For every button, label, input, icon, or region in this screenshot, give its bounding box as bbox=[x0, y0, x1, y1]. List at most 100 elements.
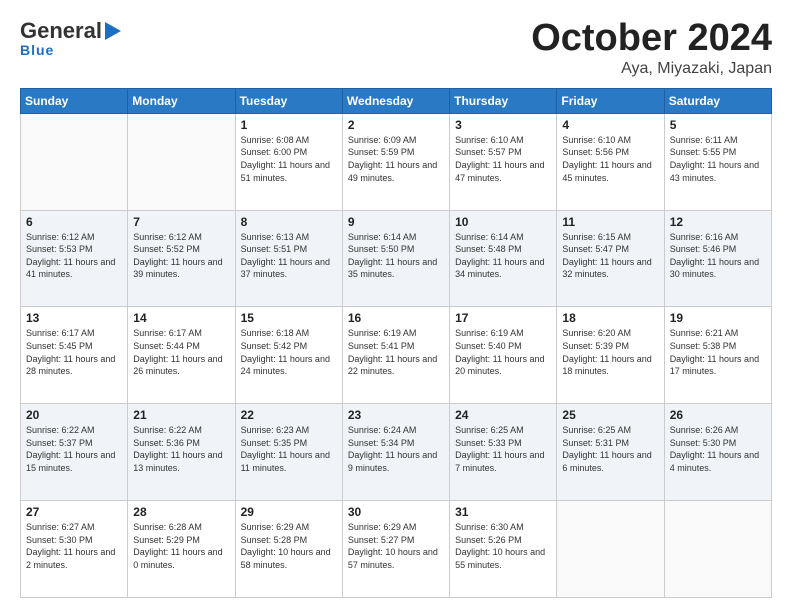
table-cell: 18Sunrise: 6:20 AMSunset: 5:39 PMDayligh… bbox=[557, 307, 664, 404]
col-wednesday: Wednesday bbox=[342, 88, 449, 113]
day-info: Sunrise: 6:23 AMSunset: 5:35 PMDaylight:… bbox=[241, 424, 337, 474]
col-tuesday: Tuesday bbox=[235, 88, 342, 113]
day-info: Sunrise: 6:27 AMSunset: 5:30 PMDaylight:… bbox=[26, 521, 122, 571]
table-cell: 31 Sunrise: 6:30 AMSunset: 5:26 PMDayligh… bbox=[450, 501, 557, 598]
table-cell: 8 Sunrise: 6:13 AMSunset: 5:51 PMDaylight… bbox=[235, 210, 342, 307]
day-number: 15 bbox=[241, 311, 337, 325]
day-info: Sunrise: 6:17 AMSunset: 5:44 PMDaylight:… bbox=[133, 327, 229, 377]
day-info: Sunrise: 6:26 AMSunset: 5:30 PMDaylight:… bbox=[670, 424, 766, 474]
table-cell: 15 Sunrise: 6:18 AMSunset: 5:42 PMDayligh… bbox=[235, 307, 342, 404]
table-cell bbox=[21, 113, 128, 210]
table-cell: 9Sunrise: 6:14 AMSunset: 5:50 PMDaylight… bbox=[342, 210, 449, 307]
table-cell: 29 Sunrise: 6:29 AMSunset: 5:28 PMDayligh… bbox=[235, 501, 342, 598]
day-info: Sunrise: 6:13 AMSunset: 5:51 PMDaylight:… bbox=[241, 231, 337, 281]
day-number: 22 bbox=[241, 408, 337, 422]
logo-arrow-icon bbox=[105, 22, 121, 40]
calendar-week-2: 6 Sunrise: 6:12 AMSunset: 5:53 PMDaylight… bbox=[21, 210, 772, 307]
day-number: 23 bbox=[348, 408, 444, 422]
day-number: 14 bbox=[133, 311, 229, 325]
table-cell: 24 Sunrise: 6:25 AMSunset: 5:33 PMDayligh… bbox=[450, 404, 557, 501]
day-info: Sunrise: 6:18 AMSunset: 5:42 PMDaylight:… bbox=[241, 327, 337, 377]
table-cell: 6 Sunrise: 6:12 AMSunset: 5:53 PMDaylight… bbox=[21, 210, 128, 307]
day-info: Sunrise: 6:29 AMSunset: 5:27 PMDaylight:… bbox=[348, 521, 444, 571]
calendar-week-1: 1 Sunrise: 6:08 AMSunset: 6:00 PMDaylight… bbox=[21, 113, 772, 210]
day-info: Sunrise: 6:12 AMSunset: 5:52 PMDaylight:… bbox=[133, 231, 229, 281]
calendar-week-3: 13Sunrise: 6:17 AMSunset: 5:45 PMDayligh… bbox=[21, 307, 772, 404]
table-cell: 25 Sunrise: 6:25 AMSunset: 5:31 PMDayligh… bbox=[557, 404, 664, 501]
col-monday: Monday bbox=[128, 88, 235, 113]
day-number: 26 bbox=[670, 408, 766, 422]
day-info: Sunrise: 6:09 AMSunset: 5:59 PMDaylight:… bbox=[348, 134, 444, 184]
table-cell: 10 Sunrise: 6:14 AMSunset: 5:48 PMDayligh… bbox=[450, 210, 557, 307]
day-number: 12 bbox=[670, 215, 766, 229]
day-number: 17 bbox=[455, 311, 551, 325]
day-info: Sunrise: 6:12 AMSunset: 5:53 PMDaylight:… bbox=[26, 231, 122, 281]
day-number: 16 bbox=[348, 311, 444, 325]
col-friday: Friday bbox=[557, 88, 664, 113]
table-cell: 28 Sunrise: 6:28 AMSunset: 5:29 PMDayligh… bbox=[128, 501, 235, 598]
day-number: 19 bbox=[670, 311, 766, 325]
day-info: Sunrise: 6:11 AMSunset: 5:55 PMDaylight:… bbox=[670, 134, 766, 184]
table-cell bbox=[128, 113, 235, 210]
day-info: Sunrise: 6:16 AMSunset: 5:46 PMDaylight:… bbox=[670, 231, 766, 281]
day-info: Sunrise: 6:21 AMSunset: 5:38 PMDaylight:… bbox=[670, 327, 766, 377]
day-info: Sunrise: 6:10 AMSunset: 5:56 PMDaylight:… bbox=[562, 134, 658, 184]
day-number: 2 bbox=[348, 118, 444, 132]
day-number: 6 bbox=[26, 215, 122, 229]
day-number: 28 bbox=[133, 505, 229, 519]
table-cell: 4 Sunrise: 6:10 AMSunset: 5:56 PMDaylight… bbox=[557, 113, 664, 210]
day-number: 11 bbox=[562, 215, 658, 229]
location: Aya, Miyazaki, Japan bbox=[531, 60, 772, 78]
day-number: 27 bbox=[26, 505, 122, 519]
table-cell: 17 Sunrise: 6:19 AMSunset: 5:40 PMDayligh… bbox=[450, 307, 557, 404]
table-cell: 12 Sunrise: 6:16 AMSunset: 5:46 PMDayligh… bbox=[664, 210, 771, 307]
table-cell: 22 Sunrise: 6:23 AMSunset: 5:35 PMDayligh… bbox=[235, 404, 342, 501]
day-info: Sunrise: 6:08 AMSunset: 6:00 PMDaylight:… bbox=[241, 134, 337, 184]
table-cell: 21 Sunrise: 6:22 AMSunset: 5:36 PMDayligh… bbox=[128, 404, 235, 501]
day-info: Sunrise: 6:25 AMSunset: 5:31 PMDaylight:… bbox=[562, 424, 658, 474]
day-info: Sunrise: 6:25 AMSunset: 5:33 PMDaylight:… bbox=[455, 424, 551, 474]
day-number: 31 bbox=[455, 505, 551, 519]
day-number: 25 bbox=[562, 408, 658, 422]
table-cell: 27 Sunrise: 6:27 AMSunset: 5:30 PMDayligh… bbox=[21, 501, 128, 598]
day-number: 29 bbox=[241, 505, 337, 519]
day-number: 4 bbox=[562, 118, 658, 132]
logo: General Blue bbox=[20, 18, 121, 58]
table-cell: 7Sunrise: 6:12 AMSunset: 5:52 PMDaylight… bbox=[128, 210, 235, 307]
day-info: Sunrise: 6:22 AMSunset: 5:36 PMDaylight:… bbox=[133, 424, 229, 474]
day-info: Sunrise: 6:14 AMSunset: 5:48 PMDaylight:… bbox=[455, 231, 551, 281]
day-info: Sunrise: 6:29 AMSunset: 5:28 PMDaylight:… bbox=[241, 521, 337, 571]
title-block: October 2024 Aya, Miyazaki, Japan bbox=[531, 18, 772, 78]
day-info: Sunrise: 6:22 AMSunset: 5:37 PMDaylight:… bbox=[26, 424, 122, 474]
day-number: 20 bbox=[26, 408, 122, 422]
col-sunday: Sunday bbox=[21, 88, 128, 113]
table-cell: 2 Sunrise: 6:09 AMSunset: 5:59 PMDaylight… bbox=[342, 113, 449, 210]
day-number: 10 bbox=[455, 215, 551, 229]
day-info: Sunrise: 6:10 AMSunset: 5:57 PMDaylight:… bbox=[455, 134, 551, 184]
table-cell: 30 Sunrise: 6:29 AMSunset: 5:27 PMDayligh… bbox=[342, 501, 449, 598]
day-number: 8 bbox=[241, 215, 337, 229]
logo-blue: Blue bbox=[20, 42, 54, 58]
table-cell: 23Sunrise: 6:24 AMSunset: 5:34 PMDayligh… bbox=[342, 404, 449, 501]
day-info: Sunrise: 6:30 AMSunset: 5:26 PMDaylight:… bbox=[455, 521, 551, 571]
calendar-table: Sunday Monday Tuesday Wednesday Thursday… bbox=[20, 88, 772, 598]
table-cell: 1 Sunrise: 6:08 AMSunset: 6:00 PMDaylight… bbox=[235, 113, 342, 210]
table-cell: 5Sunrise: 6:11 AMSunset: 5:55 PMDaylight… bbox=[664, 113, 771, 210]
day-number: 21 bbox=[133, 408, 229, 422]
day-number: 9 bbox=[348, 215, 444, 229]
day-number: 1 bbox=[241, 118, 337, 132]
col-thursday: Thursday bbox=[450, 88, 557, 113]
header: General Blue October 2024 Aya, Miyazaki,… bbox=[20, 18, 772, 78]
calendar-header-row: Sunday Monday Tuesday Wednesday Thursday… bbox=[21, 88, 772, 113]
day-info: Sunrise: 6:19 AMSunset: 5:40 PMDaylight:… bbox=[455, 327, 551, 377]
table-cell bbox=[557, 501, 664, 598]
day-number: 24 bbox=[455, 408, 551, 422]
table-cell: 16 Sunrise: 6:19 AMSunset: 5:41 PMDayligh… bbox=[342, 307, 449, 404]
table-cell: 3Sunrise: 6:10 AMSunset: 5:57 PMDaylight… bbox=[450, 113, 557, 210]
table-cell: 13Sunrise: 6:17 AMSunset: 5:45 PMDayligh… bbox=[21, 307, 128, 404]
day-info: Sunrise: 6:17 AMSunset: 5:45 PMDaylight:… bbox=[26, 327, 122, 377]
day-info: Sunrise: 6:19 AMSunset: 5:41 PMDaylight:… bbox=[348, 327, 444, 377]
day-number: 30 bbox=[348, 505, 444, 519]
day-info: Sunrise: 6:28 AMSunset: 5:29 PMDaylight:… bbox=[133, 521, 229, 571]
calendar-week-5: 27 Sunrise: 6:27 AMSunset: 5:30 PMDayligh… bbox=[21, 501, 772, 598]
